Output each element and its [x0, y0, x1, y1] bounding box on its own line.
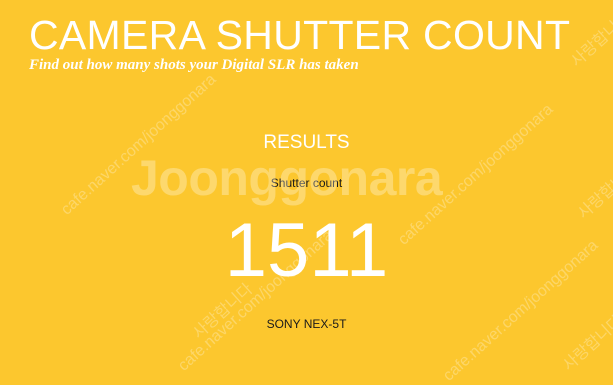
watermark-korean-top-right: 사랑합니다	[568, 8, 613, 71]
watermark-logo: Joonggonara	[131, 150, 443, 206]
page-subtitle: Find out how many shots your Digital SLR…	[29, 57, 359, 73]
page-title: CAMERA SHUTTER COUNT	[29, 12, 571, 58]
